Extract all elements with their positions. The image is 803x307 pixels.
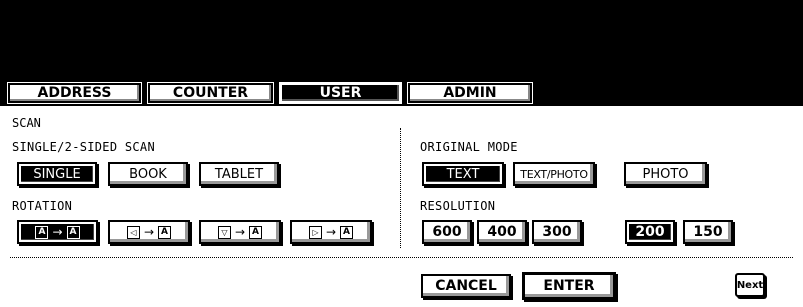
rotation-180-button[interactable]: ▽ → A [199,220,281,244]
rotation-label: ROTATION [12,199,73,213]
resolution-150-button[interactable]: 150 [683,220,733,244]
resolution-600-button[interactable]: 600 [422,220,472,244]
arrow-right-icon: → [52,225,63,239]
enter-button[interactable]: ENTER [522,272,616,300]
tab-admin[interactable]: ADMIN [407,82,533,104]
a-box-icon: A [340,225,354,239]
tablet-button[interactable]: TABLET [199,162,279,186]
section-title: SCAN [12,116,41,130]
arrow-right-icon: → [325,225,337,239]
rotation-none-button[interactable]: A → A [17,220,98,244]
rotated-right-a-icon: ▷ [308,225,322,239]
resolution-300-button[interactable]: 300 [532,220,582,244]
resolution-200-button[interactable]: 200 [625,220,675,244]
vertical-divider [400,128,401,248]
status-display-area [0,0,803,80]
tab-address[interactable]: ADDRESS [7,82,142,104]
arrow-right-icon: → [143,225,155,239]
a-box-icon: A [249,225,263,239]
a-box-icon: A [66,225,80,239]
photo-mode-button[interactable]: PHOTO [624,162,707,186]
original-mode-label: ORIGINAL MODE [420,140,518,154]
text-mode-button[interactable]: TEXT [422,162,504,186]
rotation-right-button[interactable]: ▷ → A [290,220,372,244]
book-button[interactable]: BOOK [108,162,188,186]
a-box-icon: A [158,225,172,239]
rotation-left-button[interactable]: ◁ → A [108,220,190,244]
next-page-button[interactable]: Next [735,273,765,297]
rotated-180-a-icon: ▽ [217,225,231,239]
arrow-right-icon: → [234,225,246,239]
rotated-left-a-icon: ◁ [126,225,140,239]
sided-scan-label: SINGLE/2-SIDED SCAN [12,140,155,154]
tab-user[interactable]: USER [279,82,402,104]
single-button[interactable]: SINGLE [17,162,97,186]
tab-counter[interactable]: COUNTER [147,82,274,104]
a-box-icon: A [35,225,49,239]
resolution-400-button[interactable]: 400 [477,220,527,244]
cancel-button[interactable]: CANCEL [421,274,511,298]
footer-divider [10,257,793,258]
text-photo-mode-button[interactable]: TEXT/PHOTO [513,162,595,186]
resolution-label: RESOLUTION [420,199,496,213]
